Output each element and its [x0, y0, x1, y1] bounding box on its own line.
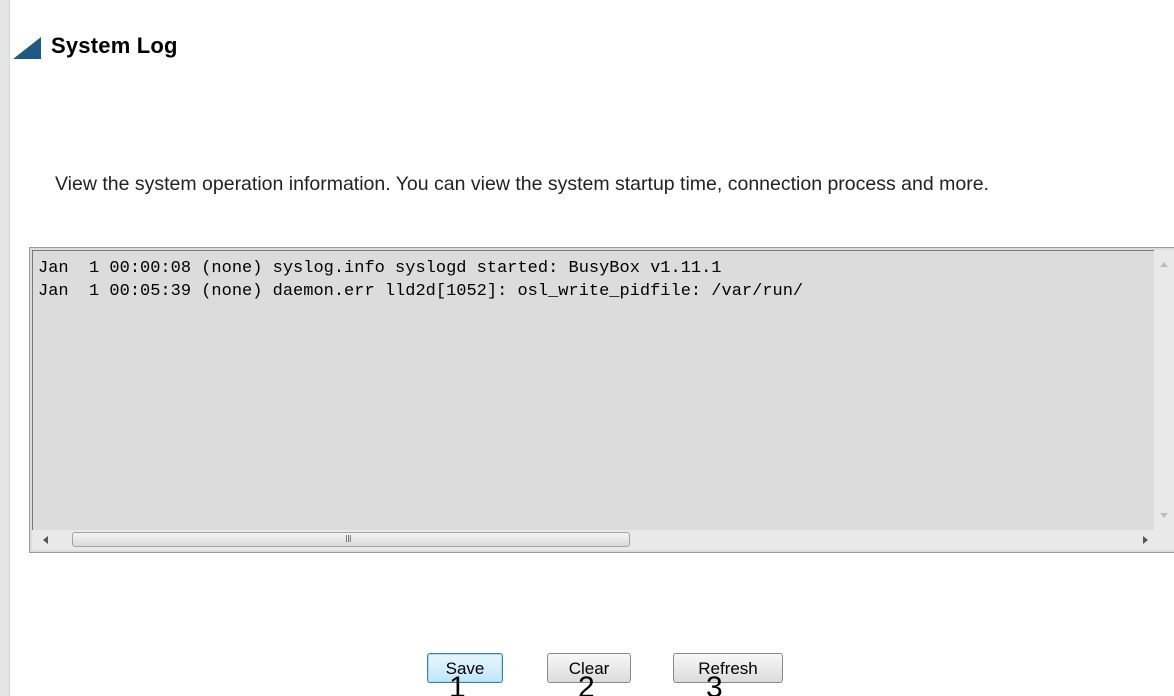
scroll-down-arrow-icon[interactable] [1160, 513, 1168, 518]
title-arrow-icon [13, 37, 41, 59]
vertical-scrollbar[interactable] [1154, 250, 1174, 530]
page-title: System Log [51, 33, 178, 58]
annotation-number-clear: 2 [578, 671, 595, 696]
log-content-area[interactable]: Jan 1 00:00:08 (none) syslog.info syslog… [32, 250, 1154, 530]
system-log-page: System Log View the system operation inf… [0, 0, 1174, 696]
horizontal-scrollbar[interactable]: III [32, 530, 1174, 550]
scroll-grip-icon: III [345, 534, 352, 545]
log-line: Jan 1 00:05:39 (none) daemon.err lld2d[1… [38, 282, 804, 301]
scroll-left-arrow-icon[interactable] [43, 536, 48, 544]
annotation-number-save: 1 [449, 671, 466, 696]
scroll-right-arrow-icon[interactable] [1143, 536, 1148, 544]
system-log-textarea[interactable]: Jan 1 00:00:08 (none) syslog.info syslog… [29, 247, 1174, 553]
log-lines: Jan 1 00:00:08 (none) syslog.info syslog… [33, 251, 1154, 303]
log-line: Jan 1 00:00:08 (none) syslog.info syslog… [38, 259, 722, 278]
horizontal-scroll-thumb[interactable]: III [72, 532, 630, 547]
page-description: View the system operation information. Y… [55, 173, 989, 195]
left-frame-border [0, 0, 10, 696]
annotation-number-refresh: 3 [706, 671, 723, 696]
scroll-up-arrow-icon[interactable] [1160, 262, 1168, 267]
refresh-button[interactable]: Refresh [673, 653, 783, 683]
